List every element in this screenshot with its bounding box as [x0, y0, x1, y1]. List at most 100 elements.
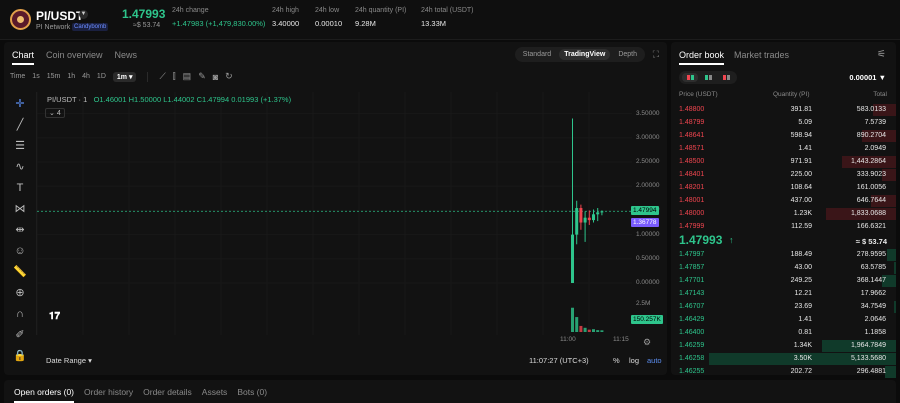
chevron-down-icon[interactable]: ▼ [79, 10, 88, 19]
view-asks-icon[interactable] [718, 73, 734, 82]
tab-bots[interactable]: Bots (0) [237, 387, 267, 403]
timeframe-1d[interactable]: 1D [97, 73, 106, 80]
ask-row[interactable]: 1.48571 1.41 2.0949 [671, 143, 896, 155]
pencil-icon[interactable]: ✎ [198, 71, 206, 82]
volume-bar [571, 307, 574, 332]
bid-row[interactable]: 1.46429 1.41 2.0646 [671, 314, 896, 326]
bid-total: 5,133.5680 [850, 355, 886, 362]
ask-total: 890.2704 [856, 132, 886, 139]
ask-total: 7.5739 [864, 119, 886, 126]
bid-row[interactable]: 1.46255 202.72 296.4881 [671, 366, 896, 378]
timeframe-1h[interactable]: 1h [67, 73, 75, 80]
log-scale-toggle[interactable]: log [629, 356, 639, 365]
ask-row[interactable]: 1.48641 598.94 890.2704 [671, 130, 896, 142]
chart-clock[interactable]: 11:07:27 (UTC+3) [529, 356, 589, 365]
emoji-icon[interactable]: ☺ [10, 241, 30, 262]
crosshair-icon[interactable]: ✛ [10, 94, 30, 115]
horizontal-lines-icon[interactable]: ☰ [10, 136, 30, 157]
bid-row[interactable]: 1.46400 0.81 1.1858 [671, 327, 896, 339]
pi-coin-icon [10, 9, 31, 30]
ask-row[interactable]: 1.48000 1.23K 1,833.0688 [671, 208, 896, 220]
tab-chart[interactable]: Chart [12, 50, 35, 65]
arrow-up-icon: ↑ [729, 235, 734, 245]
lock-icon[interactable]: 🔒 [10, 346, 30, 367]
bid-row[interactable]: 1.46259 1.34K 1,964.7849 [671, 340, 896, 352]
ask-row[interactable]: 1.48500 971.91 1,443.2864 [671, 156, 896, 168]
ask-qty: 1.23K [793, 210, 812, 217]
ask-row[interactable]: 1.47999 112.59 166.6321 [671, 221, 896, 233]
refresh-icon[interactable]: ↻ [225, 71, 233, 82]
text-tool-icon[interactable]: T [10, 178, 30, 199]
bid-qty: 43.00 [794, 264, 812, 271]
tab-market-trades[interactable]: Market trades [734, 50, 789, 65]
network-tag[interactable]: Candybomb [72, 23, 109, 31]
precision-select[interactable]: 0.00001 ▼ [849, 73, 886, 82]
camera-icon[interactable]: ◙ [213, 72, 218, 82]
ask-row[interactable]: 1.48800 391.81 583.0133 [671, 104, 896, 116]
ohlc-legend: PI/USDT · 1 O1.46001 H1.50000 L1.44002 C… [47, 95, 291, 104]
ruler-icon[interactable]: 📏 [10, 262, 30, 283]
magnet-icon[interactable]: ∩ [10, 304, 30, 325]
timeframe-time[interactable]: Time [10, 73, 25, 80]
volume-bar [600, 330, 604, 332]
pair-selector[interactable]: PI/USDT [36, 9, 83, 23]
price-chart[interactable]: PI/USDT · 1 O1.46001 H1.50000 L1.44002 C… [36, 92, 632, 335]
view-bids-icon[interactable] [700, 73, 716, 82]
stat-24h-high: 24h high 3.40000 [272, 7, 300, 28]
ask-total: 166.6321 [856, 223, 886, 230]
tab-news[interactable]: News [115, 50, 138, 65]
ask-row[interactable]: 1.48201 108.64 161.0056 [671, 182, 896, 194]
bid-qty: 23.69 [794, 303, 812, 310]
tab-assets[interactable]: Assets [202, 387, 228, 403]
indicator-collapse-button[interactable]: ⌄ 4 [45, 108, 65, 118]
indicators-icon[interactable]: ⟋ [159, 71, 165, 82]
column-quantity: Quantity (PI) [773, 91, 810, 98]
ask-row[interactable]: 1.48799 5.09 7.5739 [671, 117, 896, 129]
view-standard[interactable]: Standard [518, 49, 556, 60]
trendline-icon[interactable]: ╱ [10, 115, 30, 136]
bid-price: 1.46255 [679, 368, 705, 375]
timeframe-4h[interactable]: 4h [82, 73, 90, 80]
ask-row[interactable]: 1.48401 225.00 333.9023 [671, 169, 896, 181]
orderbook-panel: Order book Market trades ⚟ 0.00001 ▼ Pri… [671, 42, 896, 378]
tab-order-history[interactable]: Order history [84, 387, 133, 403]
brush-icon[interactable]: ∿ [10, 157, 30, 178]
fullscreen-icon[interactable]: ⛶ [653, 49, 659, 60]
chart-settings-icon[interactable]: ⚙ [643, 337, 651, 348]
timeframe-15m[interactable]: 15m [47, 73, 61, 80]
sliders-icon[interactable]: ⚟ [877, 49, 886, 60]
ask-total: 646.7644 [856, 197, 886, 204]
bid-row[interactable]: 1.46258 3.50K 5,133.5680 [671, 353, 896, 365]
auto-scale-toggle[interactable]: auto [647, 356, 662, 365]
measure-icon[interactable]: ⇹ [10, 220, 30, 241]
timeframe-1s[interactable]: 1s [32, 73, 39, 80]
ask-row[interactable]: 1.48001 437.00 646.7644 [671, 195, 896, 207]
bid-row[interactable]: 1.47143 12.21 17.9662 [671, 288, 896, 300]
ask-total: 2.0949 [864, 145, 886, 152]
template-icon[interactable]: ▤ [183, 71, 192, 82]
price-axis[interactable]: 3.500003.000002.500002.000001.500001.000… [631, 92, 667, 335]
network-name: PI Network [36, 24, 71, 31]
price-tick: 0.00000 [636, 279, 660, 286]
lock-pencil-icon[interactable]: ✐ [10, 325, 30, 346]
tab-coin-overview[interactable]: Coin overview [46, 50, 103, 65]
bid-row[interactable]: 1.46707 23.69 34.7549 [671, 301, 896, 313]
percent-scale-toggle[interactable]: % [613, 356, 620, 365]
time-axis[interactable]: 11:00 11:15 [36, 336, 631, 348]
candle-body [587, 217, 591, 221]
timeframe-1m[interactable]: 1m ▾ [112, 71, 137, 82]
bid-row[interactable]: 1.47857 43.00 63.5785 [671, 262, 896, 274]
tab-open-orders[interactable]: Open orders (0) [14, 387, 74, 403]
bid-row[interactable]: 1.47701 249.25 368.1447 [671, 275, 896, 287]
view-both-icon[interactable] [682, 73, 698, 82]
tab-order-book[interactable]: Order book [679, 50, 725, 65]
tab-order-details[interactable]: Order details [143, 387, 192, 403]
view-depth[interactable]: Depth [613, 49, 642, 60]
date-range-button[interactable]: Date Range ▾ [46, 356, 92, 365]
candle-type-icon[interactable]: ⫿ [173, 71, 176, 82]
view-tradingview[interactable]: TradingView [559, 49, 611, 60]
chart-bottom-bar: Date Range ▾ 11:07:27 (UTC+3) % log auto [36, 353, 662, 369]
zoom-in-icon[interactable]: ⊕ [10, 283, 30, 304]
pattern-icon[interactable]: ⋈ [10, 199, 30, 220]
bid-row[interactable]: 1.47997 188.49 278.9595 [671, 249, 896, 261]
